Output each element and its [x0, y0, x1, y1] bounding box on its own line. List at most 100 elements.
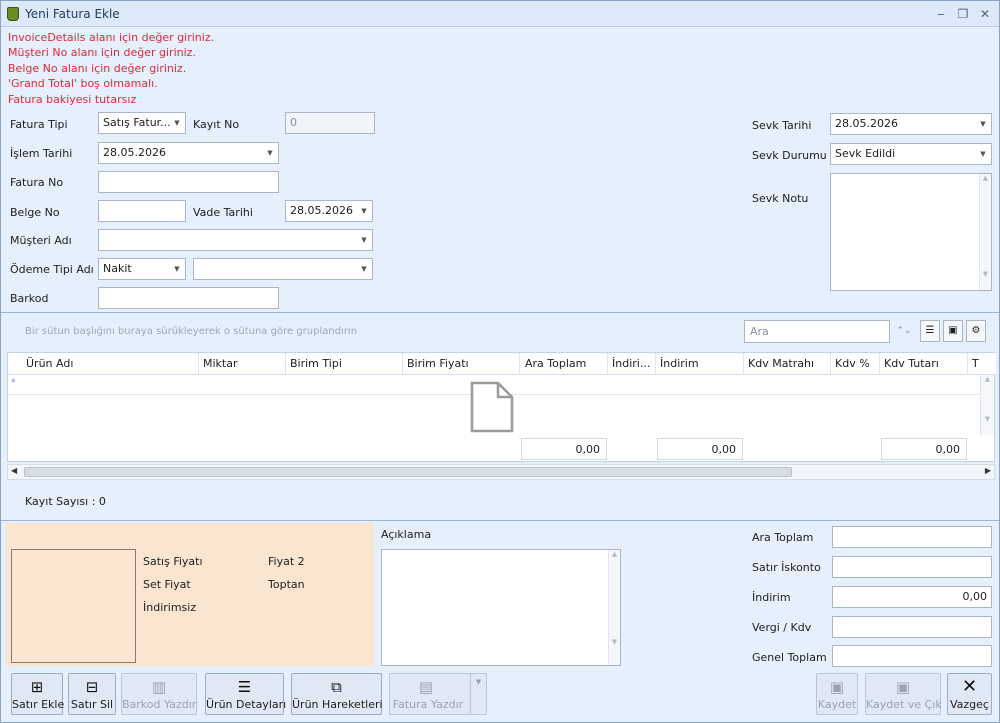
- set-fiyat-label: Set Fiyat: [143, 578, 191, 591]
- column-header[interactable]: Miktar: [203, 357, 238, 370]
- minimize-icon[interactable]: ‒: [933, 6, 949, 22]
- barcode-icon: ▥: [151, 678, 167, 696]
- print-barcode-button[interactable]: ▥ Barkod Yazdır: [121, 673, 197, 715]
- column-header[interactable]: Kdv Tutarı: [884, 357, 939, 370]
- invoice-window: Yeni Fatura Ekle ‒ ❐ ✕ InvoiceDetails al…: [0, 0, 1000, 723]
- price-panel: Satış Fiyatı Fiyat 2 Set Fiyat Toptan İn…: [6, 523, 374, 666]
- maximize-icon[interactable]: ❐: [955, 6, 971, 22]
- grid-search-input[interactable]: Ara: [744, 320, 890, 343]
- document-icon: ▤: [418, 678, 434, 696]
- column-divider: [519, 353, 520, 375]
- chevron-down-icon: ▼: [267, 149, 273, 157]
- indirim-field[interactable]: 0,00: [832, 586, 992, 608]
- chevron-down-icon: ▼: [174, 265, 180, 273]
- product-movements-button[interactable]: ⧉ Ürün Hareketleri: [291, 673, 383, 715]
- footer-kdv-tutari: 0,00: [881, 438, 967, 460]
- kayit-no-field[interactable]: 0: [285, 112, 375, 134]
- save-button[interactable]: ▣ Kaydet: [816, 673, 858, 715]
- musteri-adi-label: Müşteri Adı: [10, 234, 72, 247]
- grid-horizontal-scrollbar[interactable]: ◀ ▶: [7, 464, 995, 480]
- add-row-button[interactable]: ⊞ Satır Ekle: [11, 673, 64, 715]
- column-header[interactable]: T: [972, 357, 979, 370]
- product-image: [11, 549, 136, 663]
- odeme-hesap-select[interactable]: ▼: [193, 258, 373, 280]
- gear-icon[interactable]: ⚙: [966, 320, 986, 342]
- satir-iskonto-field[interactable]: [832, 556, 992, 578]
- footer-indirim: 0,00: [657, 438, 743, 460]
- column-header[interactable]: Kdv %: [835, 357, 870, 370]
- ara-toplam-label: Ara Toplam: [752, 531, 814, 544]
- toptan-label: Toptan: [268, 578, 305, 591]
- scroll-left-icon[interactable]: ◀: [11, 466, 17, 475]
- column-divider: [879, 353, 880, 375]
- close-icon[interactable]: ✕: [977, 6, 993, 22]
- column-header[interactable]: Ürün Adı: [26, 357, 73, 370]
- column-header[interactable]: Ara Toplam: [525, 357, 586, 370]
- belge-no-field[interactable]: [98, 200, 186, 222]
- chevron-down-icon[interactable]: ▼: [470, 674, 486, 714]
- error-message: InvoiceDetails alanı için değer giriniz.: [8, 31, 215, 44]
- title-bar: Yeni Fatura Ekle ‒ ❐ ✕: [1, 1, 999, 27]
- chevron-down-icon: ▼: [174, 119, 180, 127]
- search-nav-arrows[interactable]: ⌃⌄: [891, 320, 917, 342]
- divider: [1, 312, 999, 313]
- aciklama-label: Açıklama: [381, 528, 432, 541]
- product-grid[interactable]: Ürün Adı Miktar Birim Tipi Birim Fiyatı …: [7, 352, 996, 462]
- barkod-label: Barkod: [10, 292, 49, 305]
- column-header[interactable]: Birim Fiyatı: [407, 357, 469, 370]
- indirim-label: İndirim: [752, 591, 791, 604]
- product-details-button[interactable]: ☰ Ürün Detayları: [205, 673, 286, 715]
- genel-toplam-field[interactable]: [832, 645, 992, 667]
- sevk-tarihi-date[interactable]: 28.05.2026 ▼: [830, 113, 992, 135]
- vergi-label: Vergi / Kdv: [752, 621, 812, 634]
- chevron-down-icon: ▼: [980, 120, 986, 128]
- ara-toplam-field[interactable]: [832, 526, 992, 548]
- scroll-thumb[interactable]: [24, 467, 792, 477]
- vergi-field[interactable]: [832, 616, 992, 638]
- column-header[interactable]: Birim Tipi: [290, 357, 342, 370]
- genel-toplam-label: Genel Toplam: [752, 651, 827, 664]
- column-header[interactable]: İndiri...: [612, 357, 650, 370]
- fatura-tipi-select[interactable]: Satış Fatur... ▼: [98, 112, 186, 134]
- aciklama-textarea[interactable]: ▲ ▼: [381, 549, 621, 666]
- musteri-adi-select[interactable]: ▼: [98, 229, 373, 251]
- column-divider: [743, 353, 744, 375]
- hierarchy-icon: ⧉: [331, 678, 342, 696]
- fatura-no-field[interactable]: [98, 171, 279, 193]
- empty-document-icon: [470, 381, 514, 433]
- chevron-down-icon: ▼: [980, 150, 986, 158]
- chevron-down-icon: ▼: [361, 207, 367, 215]
- grid-vertical-scrollbar[interactable]: ▲ ▼: [980, 375, 994, 435]
- app-icon: [7, 7, 19, 21]
- islem-tarihi-date[interactable]: 28.05.2026 ▼: [98, 142, 279, 164]
- vade-tarihi-date[interactable]: 28.05.2026 ▼: [285, 200, 373, 222]
- barkod-field[interactable]: [98, 287, 279, 309]
- sevk-notu-label: Sevk Notu: [752, 192, 809, 205]
- sevk-durumu-select[interactable]: Sevk Edildi ▼: [830, 143, 992, 165]
- layout-icon[interactable]: ▣: [943, 320, 963, 342]
- fatura-tipi-label: Fatura Tipi: [10, 118, 68, 131]
- minus-square-icon: ⊟: [85, 678, 99, 696]
- scrollbar[interactable]: ▲ ▼: [608, 550, 620, 665]
- list-icon: ☰: [237, 678, 252, 696]
- chevron-down-icon: ▼: [361, 265, 367, 273]
- column-header[interactable]: İndirim: [660, 357, 699, 370]
- odeme-tipi-select[interactable]: Nakit ▼: [98, 258, 186, 280]
- column-header[interactable]: Kdv Matrahı: [748, 357, 814, 370]
- scrollbar[interactable]: ▲ ▼: [979, 174, 991, 290]
- print-invoice-button[interactable]: ▤ Fatura Yazdır ▼: [389, 673, 487, 715]
- vade-tarihi-label: Vade Tarihi: [193, 206, 253, 219]
- fiyat2-label: Fiyat 2: [268, 555, 305, 568]
- cancel-button[interactable]: ✕ Vazgeç: [947, 673, 992, 715]
- scroll-right-icon[interactable]: ▶: [985, 466, 991, 475]
- footer-ara-toplam: 0,00: [521, 438, 607, 460]
- sevk-notu-textarea[interactable]: ▲ ▼: [830, 173, 992, 291]
- column-divider: [830, 353, 831, 375]
- delete-row-button[interactable]: ⊟ Satır Sil: [68, 673, 116, 715]
- chevron-down-icon: ▼: [361, 236, 367, 244]
- new-row-marker: *: [11, 378, 16, 388]
- record-count: Kayıt Sayısı : 0: [25, 495, 106, 508]
- column-chooser-icon[interactable]: ☰: [920, 320, 940, 342]
- save-and-exit-button[interactable]: ▣ Kaydet ve Çık: [865, 673, 942, 715]
- grid-header: Ürün Adı Miktar Birim Tipi Birim Fiyatı …: [8, 353, 996, 375]
